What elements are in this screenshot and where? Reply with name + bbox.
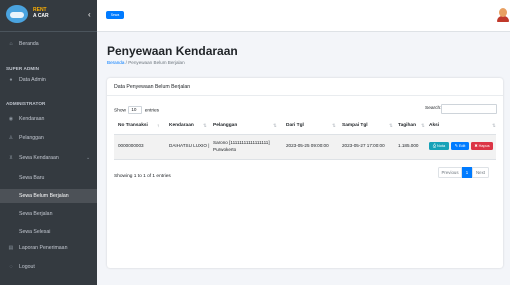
sidebar-subitem-label: Sewa Selesai [19,229,51,235]
brand-name: RENT A CAR [33,7,73,19]
entries-label: entries [144,108,160,114]
cell-pelanggan-city: Purwokerto [213,147,237,152]
pagination-previous[interactable]: Previous [438,167,462,178]
show-entries: Show 10 entries [114,106,159,114]
sidebar-header-administrator: ADMINISTRATOR [6,101,46,106]
card-header: Data Penyewaan Belum Berjalan [107,78,503,96]
sidebar-item-label: Logout [19,264,35,270]
nota-button-label: Nota [437,144,446,148]
sidebar-subitem-label: Sewa Belum Berjalan [19,193,69,199]
cell-kendaraan: DAIHATSU LUXIO | [169,143,210,148]
entries-select[interactable]: 10 [128,106,143,114]
cell-tagihan: 1.185.000 [398,143,419,148]
sidebar-subitem-sewa-berjalan[interactable]: Sewa Berjalan [0,207,97,221]
cell-pelanggan-name: Sarono [11111111111111111] [213,140,270,145]
cart-icon: ⊻ [9,155,13,161]
edit-icon: ✎ [454,144,458,148]
sidebar-item-beranda[interactable]: ⌂ Beranda [0,37,97,51]
sidebar-subitem-sewa-baru[interactable]: Sewa Baru [0,171,97,185]
sidebar-item-laporan[interactable]: ▤ Laporan Penerimaan [0,241,97,255]
sidebar-item-logout[interactable]: ◌ Logout [0,260,97,274]
sidebar-item-sewa-kendaraan[interactable]: ⊻ Sewa Kendaraan ⌄ [0,151,97,165]
pagination-page-1[interactable]: 1 [462,167,472,178]
sort-icon: ⇅ [273,123,277,128]
brand-line2: A CAR [33,13,49,19]
app-badge[interactable]: Sewa Rental [106,11,124,25]
column-header-pelanggan[interactable]: Pelanggan [213,123,237,128]
cell-no-transaksi: 0000000003 [118,143,144,148]
report-icon: ▤ [8,245,14,251]
sidebar-item-label: Beranda [19,41,39,47]
sidebar-subitem-sewa-belum-berjalan[interactable]: Sewa Belum Berjalan [0,189,97,203]
user-icon: ♙ [8,135,14,141]
cell-sampai-tgl: 2023-05-27 17:00:00 [342,143,385,148]
page-title: Penyewaan Kendaraan [107,44,238,58]
show-label: Show [114,108,126,114]
card-title: Data Penyewaan Belum Berjalan [114,84,191,90]
table-info: Showing 1 to 1 of 1 entries [114,174,171,179]
avatar-head [499,8,507,17]
app-root: RENT A CAR ‹ ⌂ Beranda SUPER ADMIN ● Dat… [0,0,510,285]
edit-button-label: Edit [458,144,466,148]
sidebar-item-pelanggan[interactable]: ♙ Pelanggan [0,131,97,145]
print-icon: ⎙ [432,144,436,148]
logout-icon: ◌ [9,264,13,270]
nota-button[interactable]: ⎙ Nota [429,142,449,150]
sort-icon: ⇅ [492,123,496,128]
edit-button[interactable]: ✎ Edit [451,142,469,150]
column-header-no-transaksi[interactable]: No Transaksi [118,123,148,128]
column-header-kendaraan[interactable]: Kendaraan [169,123,194,128]
top-navbar: Sewa Rental [97,0,510,32]
brand[interactable]: RENT A CAR ‹ [0,0,97,32]
users-icon: ● [9,77,13,83]
column-header-aksi[interactable]: Aksi [429,123,439,128]
home-icon: ⌂ [9,41,13,47]
sidebar-item-kendaraan[interactable]: ◉ Kendaraan [0,112,97,126]
column-header-sampai-tgl[interactable]: Sampai Tgl [342,123,368,128]
sidebar-item-label: Sewa Kendaraan [19,155,59,161]
data-card: Data Penyewaan Belum Berjalan Show 10 en… [107,78,503,268]
car-icon: ◉ [8,116,14,122]
sort-icon: ⇅ [203,123,207,128]
sidebar-item-label: Data Admin [19,77,46,83]
breadcrumb-separator: / [125,60,127,65]
sidebar-subitem-label: Sewa Berjalan [19,211,53,217]
trash-icon: ✖ [474,144,478,148]
sidebar-item-label: Laporan Penerimaan [19,245,68,251]
sidebar-subitem-sewa-selesai[interactable]: Sewa Selesai [0,225,97,239]
breadcrumb-home-link[interactable]: Beranda [107,60,124,65]
user-avatar[interactable] [497,8,509,22]
sort-icon: ⇅ [389,123,393,128]
cell-dari-tgl: 2023-05-25 09:00:00 [286,143,329,148]
sidebar: RENT A CAR ‹ ⌂ Beranda SUPER ADMIN ● Dat… [0,0,97,285]
search-label: Search: [425,106,442,111]
sidebar-item-label: Kendaraan [19,116,45,122]
column-header-tagihan[interactable]: Tagihan [398,123,416,128]
sidebar-subitem-label: Sewa Baru [19,175,45,181]
breadcrumb-current: Penyewaan Belum Berjalan [128,60,185,65]
hapus-button-label: Hapus [478,144,490,148]
column-header-dari-tgl[interactable]: Dari Tgl [286,123,304,128]
sidebar-toggle-icon[interactable]: ‹ [88,11,91,19]
table-divider [114,159,496,160]
breadcrumb: Beranda / Penyewaan Belum Berjalan [107,60,185,65]
car-logo-icon [6,5,28,23]
sidebar-header-superadmin: SUPER ADMIN [6,66,40,71]
sidebar-item-data-admin[interactable]: ● Data Admin [0,73,97,87]
sort-asc-icon: ↑ [157,123,160,128]
sort-icon: ⇅ [332,123,336,128]
chevron-down-icon: ⌄ [86,155,91,161]
sort-icon: ⇅ [421,123,425,128]
search-input[interactable] [441,104,497,114]
sidebar-item-label: Pelanggan [19,135,44,141]
hapus-button[interactable]: ✖ Hapus [471,142,493,150]
pagination-next[interactable]: Next [472,167,489,178]
